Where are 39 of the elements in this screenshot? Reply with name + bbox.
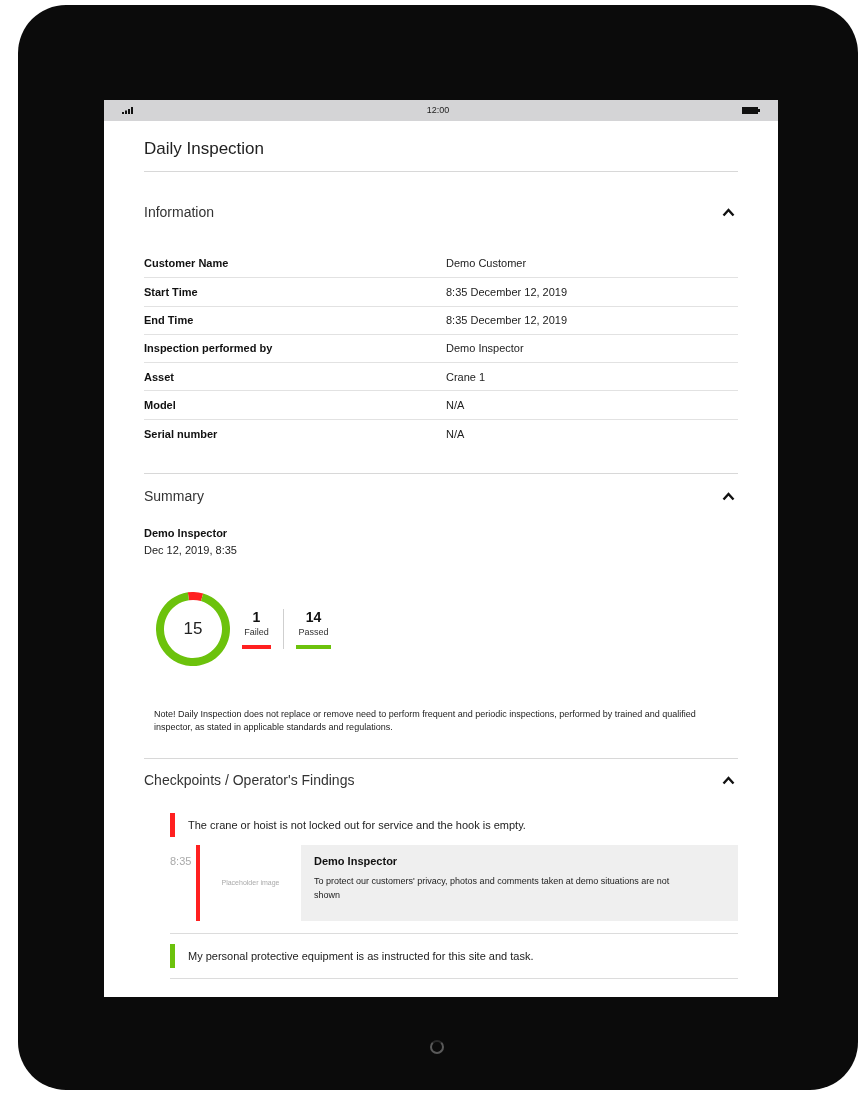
field-value: Crane 1 [446, 369, 487, 385]
field-value: Demo Customer [446, 256, 528, 272]
field-label: Start Time [144, 284, 199, 300]
field-label: Asset [144, 369, 175, 385]
section-heading: Summary [144, 486, 204, 506]
signal-icon [122, 107, 134, 114]
field-value: N/A [446, 426, 466, 442]
stat-label: Failed [244, 626, 269, 640]
field-value: 8:35 December 12, 2019 [446, 313, 569, 328]
total-count: 15 [183, 620, 203, 639]
field-label: End Time [144, 313, 195, 328]
section-heading: Checkpoints / Operator's Findings [144, 770, 355, 790]
status-time: 12:00 [426, 103, 450, 117]
chevron-up-icon [721, 775, 735, 785]
page-title: Daily Inspection [144, 121, 738, 172]
failed-ring-segment [187, 592, 204, 602]
chevron-up-icon [721, 491, 735, 501]
checkpoint-text: The crane or hoist is not locked out for service and the hook is empty. [188, 817, 526, 833]
chevron-up-icon [721, 207, 735, 217]
checkpoint-text: My personal protective equipment is as instructed for this site and task. [188, 948, 534, 964]
disclaimer-note: Note! Daily Inspection does not replace or remove need to perform frequent and periodic inspections, performed by trained and qualified inspector, as stated in applicable standards and regulations. [153, 708, 697, 735]
stat-label: Passed [298, 626, 329, 640]
field-label: Customer Name [144, 256, 230, 272]
field-value: 8:35 December 12, 2019 [446, 284, 569, 300]
stat-count: 14 [305, 609, 322, 626]
field-value: Demo Inspector [446, 341, 525, 357]
field-label: Model [144, 397, 177, 413]
battery-icon [742, 107, 760, 114]
section-heading: Information [144, 202, 215, 222]
field-label: Inspection performed by [144, 341, 274, 357]
stat-count: 1 [252, 609, 261, 626]
field-label: Serial number [144, 426, 219, 442]
inspector-name: Demo Inspector [144, 526, 229, 542]
inspection-date: Dec 12, 2019, 8:35 [144, 542, 238, 558]
finding-time: 8:35 [169, 854, 193, 870]
finding-author: Demo Inspector [314, 854, 399, 870]
finding-comment: To protect our customers' privacy, photos and comments taken at demo situations are not shown [314, 874, 671, 902]
field-value: N/A [446, 397, 466, 413]
home-button-icon[interactable] [430, 1040, 444, 1054]
